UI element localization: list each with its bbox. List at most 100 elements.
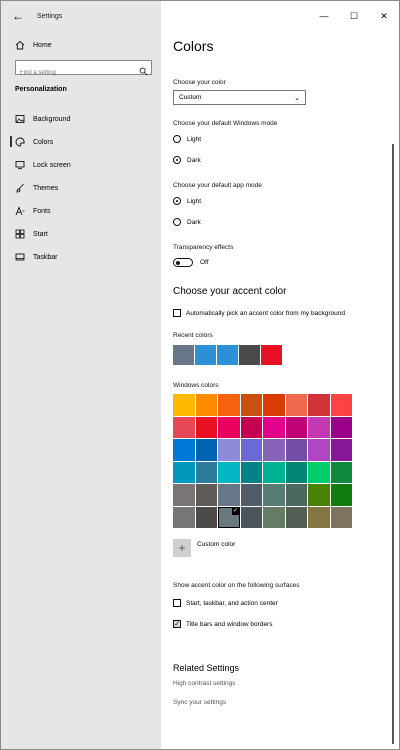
- color-swatch[interactable]: [240, 506, 262, 528]
- color-swatch[interactable]: [195, 394, 217, 416]
- color-swatch[interactable]: [195, 439, 217, 461]
- windows-mode-label: Choose your default Windows mode: [173, 120, 278, 127]
- app-mode-light-radio[interactable]: Light: [173, 197, 201, 205]
- recent-colors: [173, 345, 282, 365]
- color-swatch[interactable]: [218, 416, 240, 438]
- recent-color-swatch[interactable]: [195, 345, 216, 365]
- color-swatch[interactable]: [285, 484, 307, 506]
- choose-color-label: Choose your color: [173, 79, 226, 86]
- sidebar-item-background[interactable]: Background: [15, 113, 70, 125]
- color-swatch[interactable]: [218, 461, 240, 483]
- color-swatch[interactable]: [308, 394, 330, 416]
- color-swatch[interactable]: [218, 439, 240, 461]
- recent-color-swatch[interactable]: [261, 345, 282, 365]
- color-swatch[interactable]: [285, 506, 307, 528]
- color-swatch[interactable]: [308, 484, 330, 506]
- color-swatch[interactable]: [173, 416, 195, 438]
- color-swatch[interactable]: [240, 439, 262, 461]
- color-swatch[interactable]: [195, 506, 217, 528]
- color-swatch[interactable]: [240, 416, 262, 438]
- recent-color-swatch[interactable]: [217, 345, 238, 365]
- radio-circle: [173, 135, 181, 143]
- color-swatch[interactable]: [240, 394, 262, 416]
- transparency-toggle[interactable]: Off: [173, 258, 209, 267]
- color-swatch[interactable]: [263, 416, 285, 438]
- color-swatch[interactable]: [173, 394, 195, 416]
- surfaces-label: Show accent color on the following surfa…: [173, 582, 300, 589]
- dropdown-value: Custom: [179, 94, 202, 101]
- color-swatch[interactable]: ✓: [218, 506, 240, 528]
- checkbox-box: [173, 599, 181, 607]
- sync-settings-link[interactable]: Sync your settings: [173, 699, 226, 706]
- color-swatch[interactable]: [308, 416, 330, 438]
- color-swatch[interactable]: [308, 461, 330, 483]
- color-swatch[interactable]: [285, 461, 307, 483]
- color-swatch[interactable]: [195, 461, 217, 483]
- back-arrow-icon[interactable]: ←: [11, 10, 25, 22]
- home-icon: [15, 40, 25, 50]
- add-custom-color-button[interactable]: +: [173, 539, 191, 557]
- color-mode-dropdown[interactable]: Custom ⌄: [173, 90, 306, 105]
- section-title: Personalization: [15, 86, 67, 93]
- toggle-state: Off: [200, 259, 209, 266]
- scrollbar[interactable]: [392, 144, 394, 744]
- sidebar-item-start[interactable]: Start: [15, 228, 48, 240]
- high-contrast-link[interactable]: High contrast settings: [173, 680, 236, 687]
- color-swatch[interactable]: [195, 484, 217, 506]
- color-swatch[interactable]: [218, 394, 240, 416]
- color-swatch[interactable]: [173, 484, 195, 506]
- custom-color-label[interactable]: Custom color: [197, 541, 235, 548]
- color-swatch[interactable]: [263, 439, 285, 461]
- surface-titlebars-checkbox[interactable]: ✓ Title bars and window borders: [173, 620, 272, 628]
- sidebar-item-themes[interactable]: Themes: [15, 182, 58, 194]
- color-swatch[interactable]: [240, 484, 262, 506]
- auto-pick-checkbox[interactable]: Automatically pick an accent color from …: [173, 309, 345, 317]
- color-swatch[interactable]: [285, 416, 307, 438]
- color-swatch[interactable]: [330, 506, 352, 528]
- windows-mode-light-radio[interactable]: Light: [173, 135, 201, 143]
- home-nav-item[interactable]: Home: [15, 40, 52, 50]
- color-swatch[interactable]: [195, 416, 217, 438]
- search-icon[interactable]: [139, 63, 148, 76]
- color-swatch[interactable]: [330, 484, 352, 506]
- maximize-icon[interactable]: ☐: [339, 1, 369, 31]
- sidebar-item-label: Start: [33, 230, 48, 238]
- color-swatch[interactable]: [173, 439, 195, 461]
- sidebar-item-lock-screen[interactable]: Lock screen: [15, 159, 71, 171]
- color-swatch[interactable]: [330, 394, 352, 416]
- radio-circle-selected: [173, 156, 181, 164]
- color-swatch[interactable]: [173, 506, 195, 528]
- color-swatch[interactable]: [330, 439, 352, 461]
- windows-mode-dark-radio[interactable]: Dark: [173, 156, 201, 164]
- close-icon[interactable]: ✕: [369, 1, 399, 31]
- recent-color-swatch[interactable]: [239, 345, 260, 365]
- app-mode-dark-radio[interactable]: Dark: [173, 218, 201, 226]
- sidebar-item-taskbar[interactable]: Taskbar: [15, 251, 58, 263]
- checkmark-icon: ✓: [173, 620, 181, 628]
- color-swatch[interactable]: [308, 506, 330, 528]
- color-swatch[interactable]: [330, 461, 352, 483]
- app-mode-label: Choose your default app mode: [173, 182, 262, 189]
- surface-start-checkbox[interactable]: Start, taskbar, and action center: [173, 599, 278, 607]
- chevron-down-icon: ⌄: [294, 95, 300, 102]
- minimize-icon[interactable]: —: [309, 1, 339, 31]
- color-swatch[interactable]: [308, 439, 330, 461]
- color-swatch[interactable]: [263, 394, 285, 416]
- sidebar-item-fonts[interactable]: Fonts: [15, 205, 51, 217]
- search-input[interactable]: [16, 66, 140, 80]
- color-swatch[interactable]: [285, 439, 307, 461]
- sidebar-item-colors[interactable]: Colors: [15, 136, 53, 148]
- search-box[interactable]: [15, 60, 152, 80]
- color-swatch[interactable]: [263, 484, 285, 506]
- color-swatch[interactable]: [285, 394, 307, 416]
- color-swatch[interactable]: [330, 416, 352, 438]
- color-swatch[interactable]: [263, 506, 285, 528]
- recent-color-swatch[interactable]: [173, 345, 194, 365]
- color-swatch[interactable]: [218, 484, 240, 506]
- selection-indicator: [10, 136, 12, 147]
- sidebar-item-label: Lock screen: [33, 161, 71, 169]
- font-icon: [15, 206, 25, 216]
- color-swatch[interactable]: [263, 461, 285, 483]
- color-swatch[interactable]: [173, 461, 195, 483]
- color-swatch[interactable]: [240, 461, 262, 483]
